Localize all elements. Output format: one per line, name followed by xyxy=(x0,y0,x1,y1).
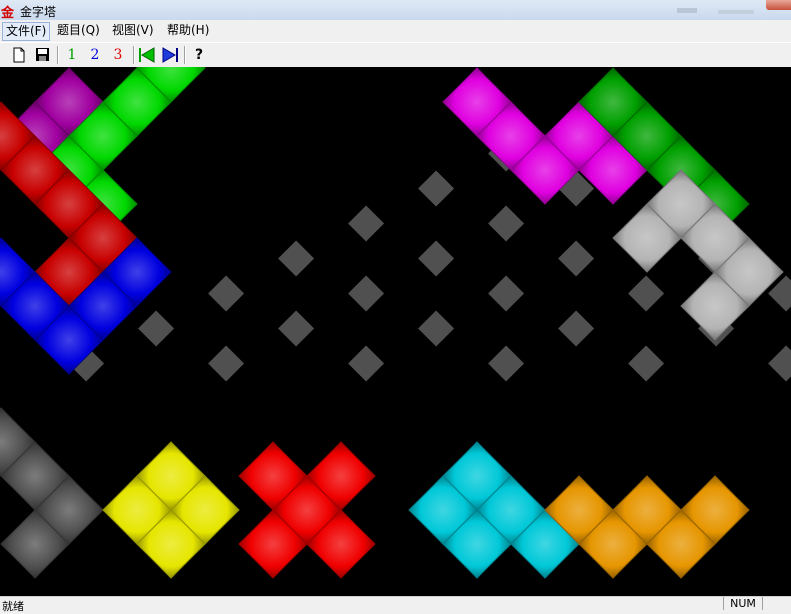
maximize-button[interactable] xyxy=(718,10,754,14)
yellow-piece[interactable] xyxy=(102,441,240,579)
first-arrow-icon[interactable] xyxy=(137,46,157,64)
grid-cell xyxy=(558,240,595,277)
level-2-button[interactable]: 2 xyxy=(85,46,105,64)
title-bar[interactable]: 金 金字塔 xyxy=(0,0,791,21)
toolbar-separator xyxy=(57,46,59,64)
gray-piece[interactable] xyxy=(0,407,104,579)
grid-cell xyxy=(488,345,525,382)
grid-cell xyxy=(208,275,245,312)
toolbar: 1 2 3 ? xyxy=(0,42,791,67)
last-arrow-icon[interactable] xyxy=(160,46,180,64)
menu-help[interactable]: 帮助(H) xyxy=(164,22,212,39)
grid-cell xyxy=(208,345,245,382)
app-icon: 金 xyxy=(1,6,15,21)
bright-red-piece[interactable] xyxy=(238,441,376,579)
menu-bar: 文件(F) 题目(Q) 视图(V) 帮助(H) xyxy=(0,20,791,42)
menu-file[interactable]: 文件(F) xyxy=(2,22,51,41)
num-lock-indicator: NUM xyxy=(723,597,763,610)
pieces-layer[interactable] xyxy=(0,67,784,579)
level-3-button[interactable]: 3 xyxy=(108,46,128,64)
orange-piece[interactable] xyxy=(544,475,750,579)
level-1-button[interactable]: 1 xyxy=(62,46,82,64)
game-board[interactable] xyxy=(0,67,791,596)
help-button[interactable]: ? xyxy=(189,46,209,64)
grid-cell xyxy=(488,275,525,312)
grid-cell xyxy=(278,240,315,277)
grid-cell xyxy=(768,345,791,382)
board-canvas[interactable] xyxy=(0,67,791,596)
minimize-button[interactable] xyxy=(677,8,697,13)
grid-cell xyxy=(488,205,525,242)
grid-cell xyxy=(628,275,665,312)
grid-cell xyxy=(418,170,455,207)
grid-cell xyxy=(348,205,385,242)
grid-cell xyxy=(628,345,665,382)
new-document-icon[interactable] xyxy=(9,46,29,64)
silver-piece[interactable] xyxy=(612,169,784,341)
toolbar-separator xyxy=(133,46,135,64)
toolbar-separator xyxy=(184,46,186,64)
status-bar: 就绪 NUM xyxy=(0,596,791,613)
grid-cell xyxy=(348,275,385,312)
window-title: 金字塔 xyxy=(20,5,57,19)
grid-cell xyxy=(348,345,385,382)
menu-topic[interactable]: 题目(Q) xyxy=(54,22,103,39)
grid-cell xyxy=(418,240,455,277)
grid-cell xyxy=(278,310,315,347)
grid-cell xyxy=(138,310,175,347)
close-button[interactable] xyxy=(766,0,791,10)
menu-view[interactable]: 视图(V) xyxy=(109,22,157,39)
grid-cell xyxy=(558,310,595,347)
grid-cell xyxy=(418,310,455,347)
status-text: 就绪 xyxy=(2,600,24,613)
save-icon[interactable] xyxy=(32,46,52,64)
